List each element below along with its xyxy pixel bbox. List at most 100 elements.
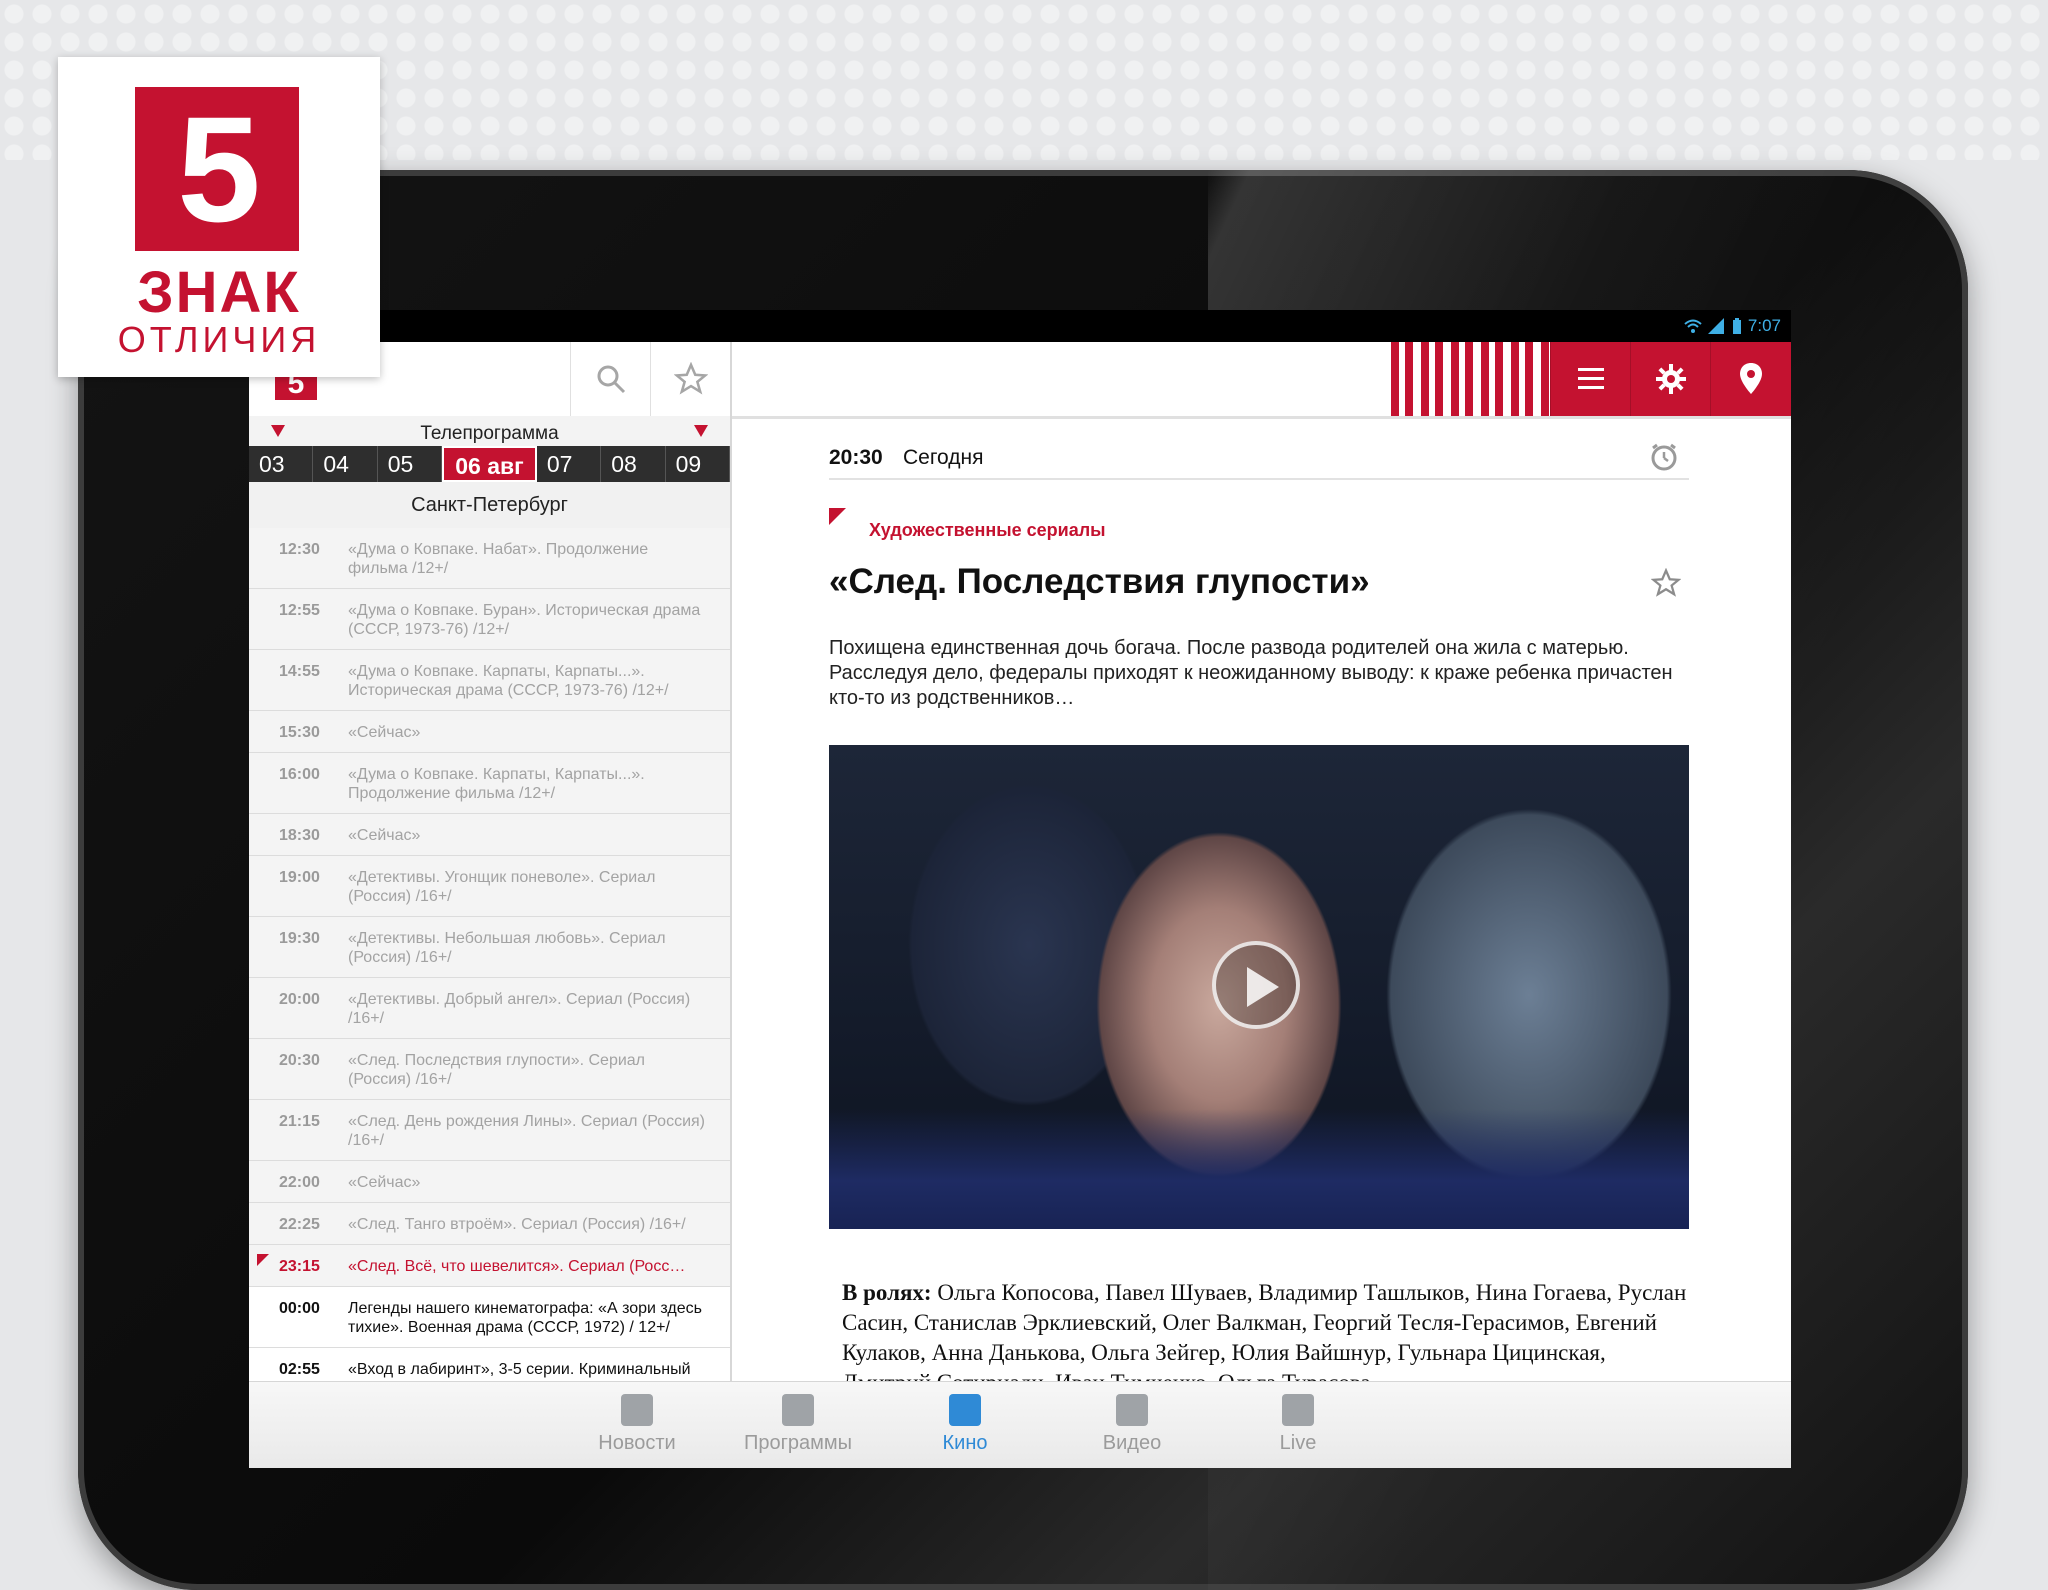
programs-icon	[782, 1394, 814, 1426]
news-icon	[621, 1394, 653, 1426]
channel-logo: 5	[135, 87, 299, 251]
tab-label: Live	[1279, 1432, 1317, 1454]
video-player[interactable]	[829, 745, 1689, 1229]
schedule-time: 20:30	[279, 1052, 320, 1069]
date-tab[interactable]: 05	[378, 446, 443, 482]
schedule-time: 20:00	[279, 991, 320, 1008]
schedule-row[interactable]: 12:55 «Дума о Ковпаке. Буран». Историческ…	[249, 589, 730, 650]
star-icon	[674, 362, 708, 395]
tab-label: Видео	[1102, 1432, 1162, 1454]
cast-label: В ролях:	[842, 1280, 932, 1305]
program-description: Похищена единственная дочь богача. После…	[829, 637, 1673, 709]
cast-list: В ролях: Ольга Копосова, Павел Шуваев, В…	[842, 1278, 1692, 1398]
date-tab[interactable]: 09	[666, 446, 730, 482]
schedule-row[interactable]: 16:00 «Дума о Ковпаке. Карпаты, Карпаты..…	[249, 753, 730, 814]
brand-stripes	[1391, 342, 1551, 416]
schedule-row[interactable]: 14:55 «Дума о Ковпаке. Карпаты, Карпаты..…	[249, 650, 730, 711]
tab-programs[interactable]: Программы	[733, 1394, 863, 1455]
search-button[interactable]	[570, 342, 651, 416]
tab-label: Кино	[942, 1432, 988, 1454]
schedule-time: 00:00	[279, 1300, 320, 1317]
bottom-tab-bar: Новости Программы Кино Видео Live	[249, 1381, 1791, 1468]
date-tab[interactable]: 03	[249, 446, 314, 482]
favorites-button[interactable]	[650, 342, 731, 416]
schedule-time: 14:55	[279, 663, 320, 680]
menu-button[interactable]	[1550, 342, 1631, 416]
chevron-down-icon[interactable]	[694, 425, 708, 437]
settings-button[interactable]	[1630, 342, 1711, 416]
schedule-title: «След. Последствия глупости». Сериал (Ро…	[348, 1052, 646, 1088]
schedule-row[interactable]: 22:25 «След. Танго втроём». Сериал (Росси…	[249, 1203, 730, 1245]
schedule-row[interactable]: 20:00 «Детективы. Добрый ангел». Сериал (…	[249, 978, 730, 1039]
location-button[interactable]	[1710, 342, 1791, 416]
schedule-title: «Детективы. Угонщик поневоле». Сериал (Р…	[348, 869, 656, 905]
schedule-title: Легенды нашего кинематографа: «А зори зд…	[348, 1300, 702, 1336]
star-icon[interactable]	[1651, 568, 1681, 598]
schedule-title: «Дума о Ковпаке. Набат». Продолжение фил…	[348, 541, 649, 577]
schedule-row[interactable]: 12:30 «Дума о Ковпаке. Набат». Продолжени…	[249, 528, 730, 589]
tab-video[interactable]: Видео	[1067, 1394, 1197, 1455]
schedule-title: «След. Всё, что шевелится». Сериал (Росс…	[348, 1258, 686, 1275]
schedule-title: «След. День рождения Лины». Сериал (Росс…	[348, 1113, 706, 1149]
cast-names: Ольга Копосова, Павел Шуваев, Владимир Т…	[842, 1280, 1687, 1395]
date-tab[interactable]: 07	[537, 446, 602, 482]
date-tab[interactable]: 08	[601, 446, 666, 482]
tab-cinema[interactable]: Кино	[900, 1394, 1030, 1455]
city-selector[interactable]: Санкт-Петербург	[249, 482, 730, 529]
schedule-title: «Сейчас»	[348, 724, 421, 741]
battery-icon	[1732, 318, 1741, 334]
tv-guide-header: Телепрограмма	[249, 416, 730, 446]
app-screen: 7:07 5 Телепрограмма 03 04 05 06 авг 07 08 09 …	[249, 310, 1791, 1468]
gear-icon	[1656, 364, 1686, 394]
tab-live[interactable]: Live	[1233, 1394, 1363, 1455]
airtime-row: 20:30 Сегодня	[829, 430, 1689, 480]
logo-caption-line2: ОТЛИЧИЯ	[117, 319, 321, 360]
tv-guide-pane: 5 Телепрограмма 03 04 05 06 авг 07 08 09 Санкт…	[249, 342, 732, 1412]
schedule-row[interactable]: 00:00 Легенды нашего кинематографа: «А зо…	[249, 1287, 730, 1348]
airtime: 20:30	[829, 446, 883, 469]
status-bar: 7:07	[249, 310, 1791, 342]
schedule-title: «Сейчас»	[348, 1174, 421, 1191]
channel-logo-badge: 5 ЗНАК ОТЛИЧИЯ	[58, 57, 380, 377]
schedule-row[interactable]: 15:30 «Сейчас»	[249, 711, 730, 753]
schedule-time: 12:30	[279, 541, 320, 558]
schedule-time: 15:30	[279, 724, 320, 741]
schedule-time: 19:30	[279, 930, 320, 947]
schedule-time: 21:15	[279, 1113, 320, 1130]
wifi-icon	[1684, 319, 1702, 333]
cinema-icon	[949, 1394, 981, 1426]
schedule-title: «Дума о Ковпаке. Карпаты, Карпаты...». И…	[348, 663, 669, 699]
schedule-time: 22:25	[279, 1216, 320, 1233]
schedule-row[interactable]: 21:15 «След. День рождения Лины». Сериал …	[249, 1100, 730, 1161]
now-playing-flag	[257, 1254, 269, 1266]
alarm-clock-icon[interactable]	[1649, 442, 1679, 472]
genre-flag	[829, 508, 846, 525]
schedule-time: 22:00	[279, 1174, 320, 1191]
schedule-title: «Дума о Ковпаке. Карпаты, Карпаты...». П…	[348, 766, 645, 802]
play-button[interactable]	[1212, 941, 1300, 1029]
schedule-time: 02:55	[279, 1361, 320, 1378]
date-selector: 03 04 05 06 авг 07 08 09	[249, 446, 730, 482]
schedule-row[interactable]: 22:00 «Сейчас»	[249, 1161, 730, 1203]
schedule-time: 23:15	[279, 1258, 320, 1275]
tab-label: Новости	[598, 1432, 676, 1454]
schedule-row[interactable]: 20:30 «След. Последствия глупости». Сериа…	[249, 1039, 730, 1100]
hamburger-icon	[1578, 368, 1604, 389]
right-toolbar	[732, 342, 1791, 419]
schedule-time: 16:00	[279, 766, 320, 783]
schedule-row[interactable]: 18:30 «Сейчас»	[249, 814, 730, 856]
date-tab[interactable]: 06 авг	[442, 446, 537, 482]
video-icon	[1116, 1394, 1148, 1426]
schedule-time: 18:30	[279, 827, 320, 844]
play-icon	[1247, 967, 1279, 1007]
schedule-row[interactable]: 19:00 «Детективы. Угонщик поневоле». Сери…	[249, 856, 730, 917]
logo-caption-line1: ЗНАК	[137, 260, 301, 325]
schedule-row[interactable]: 23:15 «След. Всё, что шевелится». Сериал …	[249, 1245, 730, 1287]
tv-guide-title: Телепрограмма	[420, 423, 559, 444]
date-tab[interactable]: 04	[313, 446, 378, 482]
tab-news[interactable]: Новости	[572, 1394, 702, 1455]
schedule-row[interactable]: 19:30 «Детективы. Небольшая любовь». Сери…	[249, 917, 730, 978]
signal-icon	[1707, 318, 1724, 334]
schedule-time: 19:00	[279, 869, 320, 886]
air-day: Сегодня	[903, 446, 984, 469]
